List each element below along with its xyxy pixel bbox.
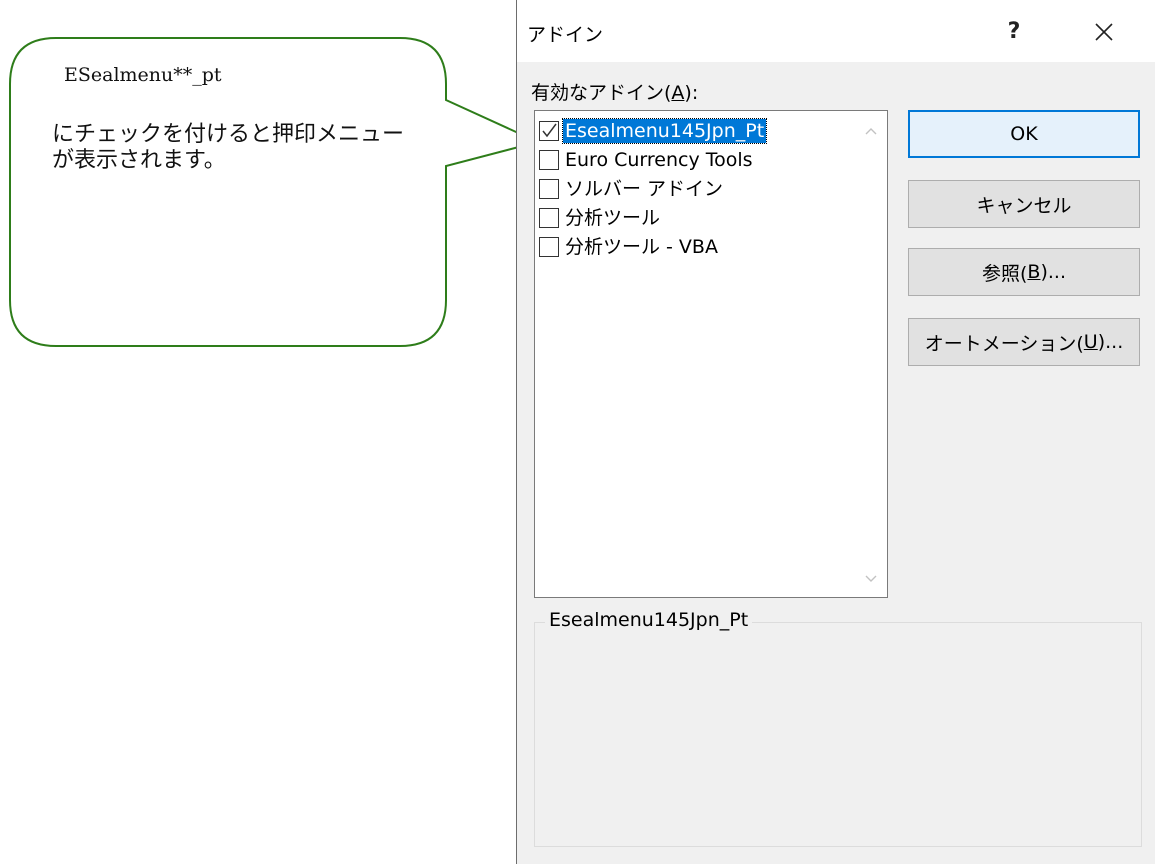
addins-label-accel: A [671, 82, 685, 104]
automation-button[interactable]: オートメーション(U)... [908, 318, 1140, 366]
chevron-down-icon [865, 575, 877, 582]
list-item-label: Esealmenu145Jpn_Pt [561, 118, 768, 144]
addins-listbox[interactable]: Esealmenu145Jpn_Pt Euro Currency Tools ソ… [534, 110, 888, 598]
checkbox-analysis-toolpak[interactable] [539, 208, 559, 228]
dialog-title: アドイン [527, 24, 604, 46]
checkbox-analysis-toolpak-vba[interactable] [539, 237, 559, 257]
list-item-esealmenu[interactable]: Esealmenu145Jpn_Pt [539, 117, 851, 145]
help-button[interactable]: ? [994, 14, 1034, 50]
screen: ESealmenu**_pt にチェックを付けると押印メニューが表示されます。 … [0, 0, 1155, 864]
description-title: Esealmenu145Jpn_Pt [545, 609, 753, 631]
checkbox-solver[interactable] [539, 179, 559, 199]
scroll-up-button[interactable] [856, 116, 886, 146]
callout-title: ESealmenu**_pt [64, 64, 222, 86]
callout-body: にチェックを付けると押印メニューが表示されます。 [52, 122, 405, 173]
list-item-label: 分析ツール - VBA [565, 236, 718, 258]
chevron-up-icon [865, 128, 877, 135]
list-item-euro-currency-tools[interactable]: Euro Currency Tools [539, 146, 851, 174]
addins-label-suffix: ): [684, 82, 699, 104]
dialog-titlebar: アドイン ? [517, 0, 1155, 62]
callout-shape [9, 37, 541, 347]
description-group: Esealmenu145Jpn_Pt [534, 609, 1142, 847]
automation-label: オートメーション( [924, 332, 1084, 355]
browse-accel: B [1027, 261, 1041, 283]
cancel-button[interactable]: キャンセル [908, 180, 1140, 228]
checkbox-euro-currency-tools[interactable] [539, 150, 559, 170]
listbox-scrollbar[interactable] [856, 112, 886, 596]
close-icon [1095, 23, 1113, 41]
browse-button[interactable]: 参照(B)... [908, 248, 1140, 296]
list-item-solver[interactable]: ソルバー アドイン [539, 175, 851, 203]
scroll-down-button[interactable] [856, 564, 886, 594]
browse-label: 参照( [982, 262, 1028, 285]
automation-accel: U [1083, 331, 1098, 353]
automation-suffix: )... [1097, 331, 1124, 353]
close-button[interactable] [1082, 14, 1126, 50]
addins-label-text: 有効なアドイン( [531, 82, 672, 104]
ok-button[interactable]: OK [908, 110, 1140, 158]
list-item-label: Euro Currency Tools [565, 149, 753, 171]
addins-dialog: アドイン ? 有効なアドイン(A): Esealmenu145Jpn_Pt Eu… [516, 0, 1155, 864]
list-item-label: ソルバー アドイン [565, 178, 724, 200]
list-item-label: 分析ツール [565, 207, 661, 229]
addins-list-label: 有効なアドイン(A): [531, 78, 698, 105]
checkmark-icon [542, 123, 557, 138]
checkbox-esealmenu[interactable] [539, 121, 559, 141]
list-item-analysis-toolpak-vba[interactable]: 分析ツール - VBA [539, 233, 851, 261]
browse-suffix: )... [1040, 261, 1066, 283]
list-item-analysis-toolpak[interactable]: 分析ツール [539, 204, 851, 232]
